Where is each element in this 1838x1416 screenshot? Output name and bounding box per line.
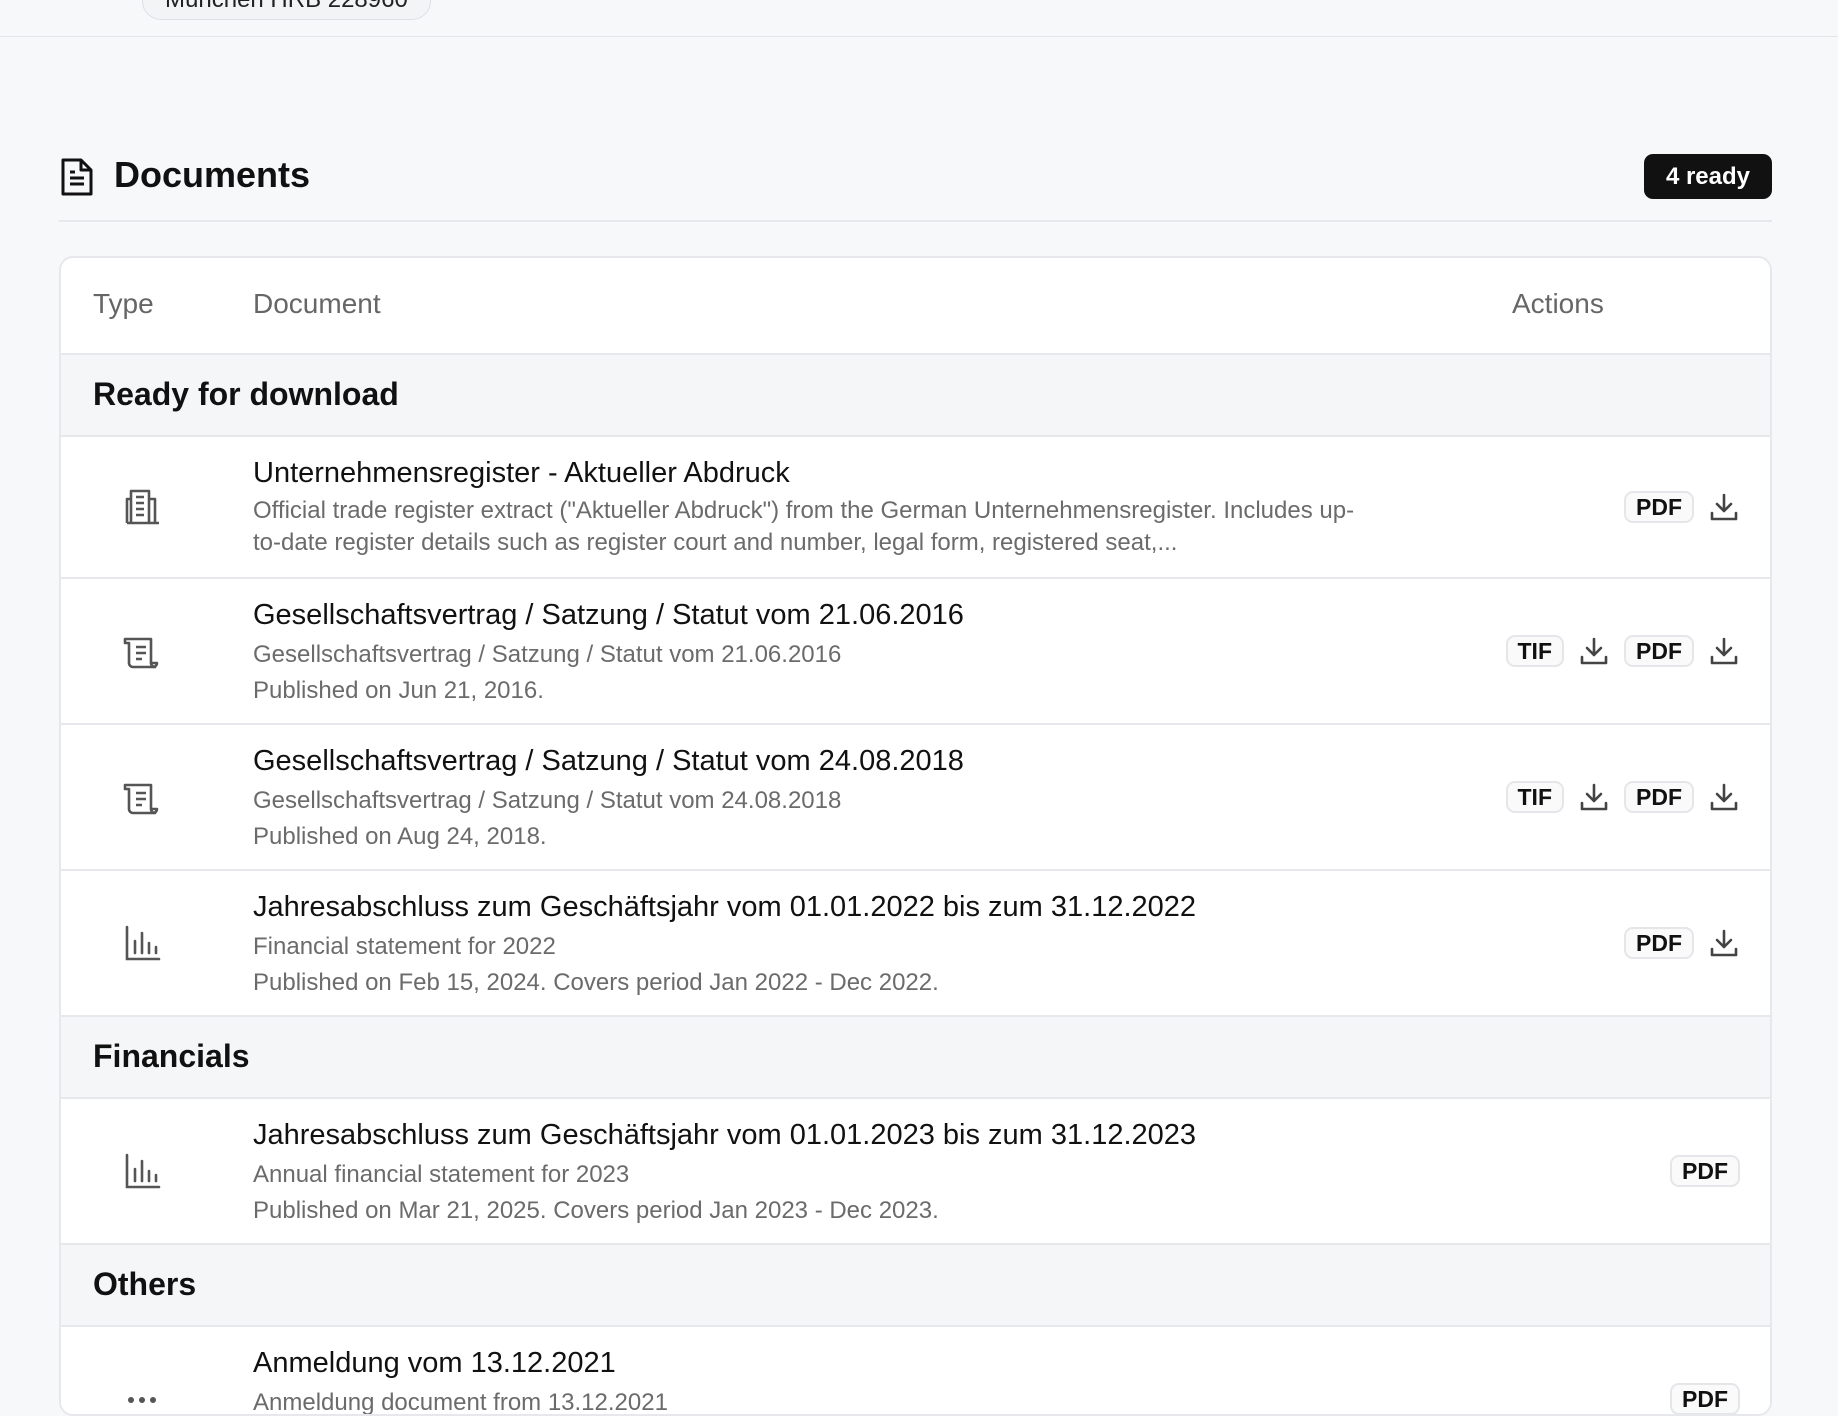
column-header-document: Document <box>253 288 381 319</box>
document-title[interactable]: Jahresabschluss zum Geschäftsjahr vom 01… <box>253 1119 1196 1152</box>
page-title: Documents <box>114 154 311 195</box>
document-title[interactable]: Gesellschaftsvertrag / Satzung / Statut … <box>253 745 964 778</box>
document-title[interactable]: Jahresabschluss zum Geschäftsjahr vom 01… <box>253 891 1196 924</box>
building-icon <box>121 485 163 527</box>
document-title[interactable]: Unternehmensregister - Aktueller Abdruck <box>253 457 790 490</box>
ready-count-badge: 4 ready <box>1643 154 1772 199</box>
table-row[interactable]: Gesellschaftsvertrag / Satzung / Statut … <box>61 579 1770 725</box>
format-badge-tif[interactable]: TIF <box>1505 635 1564 667</box>
document-title[interactable]: Anmeldung vom 13.12.2021 <box>253 1347 616 1380</box>
document-description: Gesellschaftsvertrag / Satzung / Statut … <box>253 787 842 814</box>
group-label: Others <box>93 1266 197 1302</box>
row-actions: PDF <box>1624 927 1740 959</box>
scroll-icon <box>121 777 163 819</box>
format-badge-pdf[interactable]: PDF <box>1624 781 1694 813</box>
format-badge-pdf[interactable]: PDF <box>1624 635 1694 667</box>
documents-section: Documents 4 ready Type Document Actions … <box>59 138 1772 1416</box>
download-icon[interactable] <box>1708 491 1740 523</box>
group-ready-for-download: Ready for download <box>61 355 1770 437</box>
document-description: Financial statement for 2022 <box>253 933 556 960</box>
document-description: Gesellschaftsvertrag / Satzung / Statut … <box>253 641 842 668</box>
document-published: Published on Aug 24, 2018. <box>253 823 547 850</box>
download-icon[interactable] <box>1708 927 1740 959</box>
table-row[interactable]: Jahresabschluss zum Geschäftsjahr vom 01… <box>61 1099 1770 1245</box>
top-bar: München HRB 228960 <box>0 0 1838 37</box>
row-actions: PDF <box>1670 1383 1740 1414</box>
format-badge-pdf[interactable]: PDF <box>1624 491 1694 523</box>
documents-header: Documents 4 ready <box>59 138 1772 222</box>
format-badge-pdf[interactable]: PDF <box>1670 1383 1740 1414</box>
more-dots-icon <box>121 1379 163 1414</box>
row-actions: PDF <box>1670 1155 1740 1187</box>
bar-chart-icon <box>121 1151 163 1193</box>
column-header-type: Type <box>93 288 154 319</box>
table-row[interactable]: Anmeldung vom 13.12.2021 Anmeldung docum… <box>61 1327 1770 1414</box>
group-others: Others <box>61 1245 1770 1327</box>
download-icon[interactable] <box>1578 781 1610 813</box>
register-pill: München HRB 228960 <box>142 0 431 20</box>
group-label: Ready for download <box>93 376 399 412</box>
format-badge-pdf[interactable]: PDF <box>1624 927 1694 959</box>
document-description: to-date register details such as registe… <box>253 529 1178 556</box>
download-icon[interactable] <box>1578 635 1610 667</box>
row-actions: PDF <box>1624 491 1740 523</box>
documents-table: Type Document Actions Ready for download… <box>59 256 1772 1416</box>
scroll-icon <box>121 631 163 673</box>
table-row[interactable]: Unternehmensregister - Aktueller Abdruck… <box>61 437 1770 579</box>
format-badge-pdf[interactable]: PDF <box>1670 1155 1740 1187</box>
document-published: Published on Mar 21, 2025. Covers period… <box>253 1197 939 1224</box>
row-actions: TIF PDF <box>1505 781 1741 813</box>
column-header-actions: Actions <box>1512 288 1604 319</box>
download-icon[interactable] <box>1708 781 1740 813</box>
format-badge-tif[interactable]: TIF <box>1505 781 1564 813</box>
table-header: Type Document Actions <box>61 258 1770 355</box>
bar-chart-icon <box>121 923 163 965</box>
table-row[interactable]: Gesellschaftsvertrag / Satzung / Statut … <box>61 725 1770 871</box>
document-description: Annual financial statement for 2023 <box>253 1161 630 1188</box>
document-title[interactable]: Gesellschaftsvertrag / Satzung / Statut … <box>253 599 964 632</box>
group-label: Financials <box>93 1038 250 1074</box>
group-financials: Financials <box>61 1017 1770 1099</box>
table-row[interactable]: Jahresabschluss zum Geschäftsjahr vom 01… <box>61 871 1770 1017</box>
document-published: Published on Jun 21, 2016. <box>253 677 544 704</box>
document-description: Official trade register extract ("Aktuel… <box>253 497 1355 524</box>
download-icon[interactable] <box>1708 635 1740 667</box>
document-icon <box>59 156 95 198</box>
row-actions: TIF PDF <box>1505 635 1741 667</box>
document-published: Published on Feb 15, 2024. Covers period… <box>253 969 939 996</box>
